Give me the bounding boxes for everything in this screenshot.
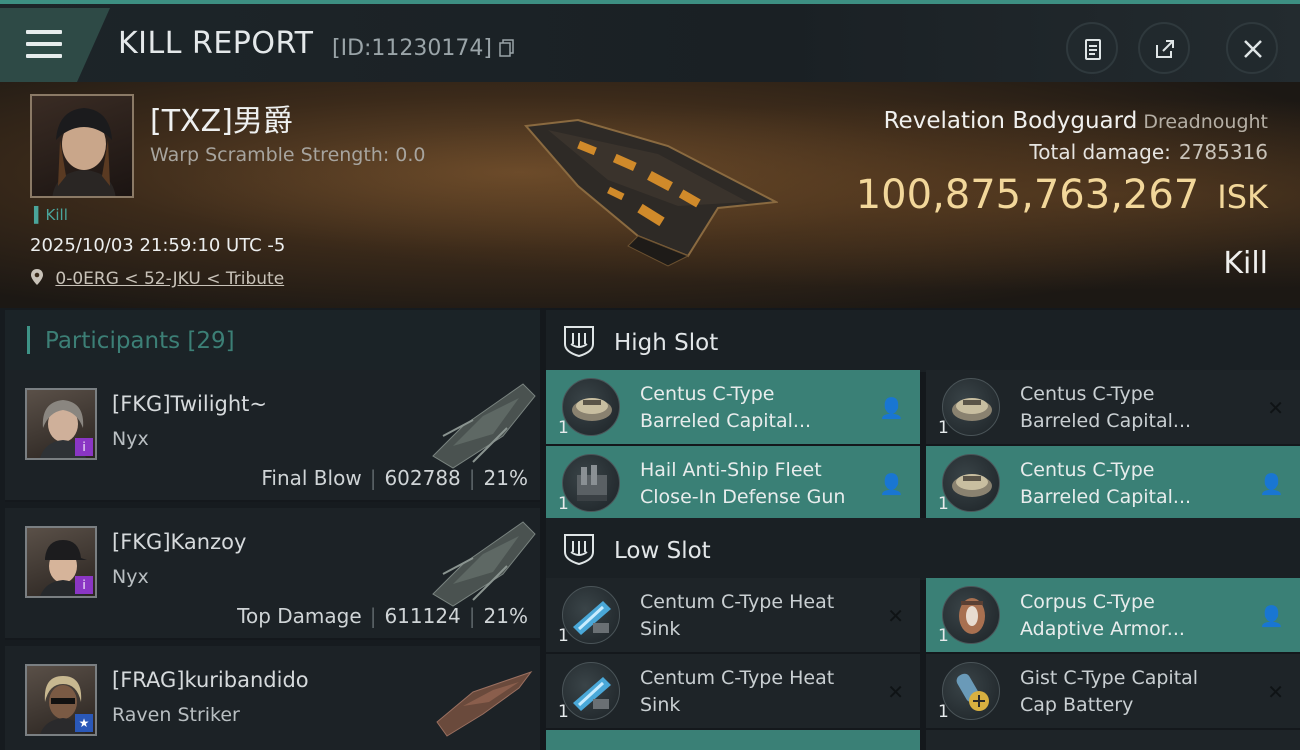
participant-avatar[interactable]: i (25, 388, 97, 460)
hamburger-icon (26, 30, 62, 58)
total-damage: Total damage: 2785316 (1029, 140, 1268, 164)
module-icon (562, 586, 620, 644)
participant-stats: Final Blow | 602788 | 21% (261, 466, 528, 490)
copy-icon[interactable] (499, 39, 515, 57)
participant-name: [FRAG]kuribandido (112, 668, 309, 692)
menu-button[interactable] (0, 8, 110, 82)
clipboard-button[interactable] (1066, 22, 1118, 74)
module-slot[interactable]: 1 Centus C-Type Barreled Capital... 👤 (926, 446, 1300, 520)
x-icon: ✕ (887, 680, 904, 704)
participant-avatar[interactable]: ★ (25, 664, 97, 736)
warp-scramble-strength: Warp Scramble Strength: 0.0 (150, 144, 426, 166)
person-icon: 👤 (879, 396, 904, 420)
module-slot[interactable]: 1 Gist C-Type Capital Cap Battery ✕ (926, 654, 1300, 728)
participant-ship: Nyx (112, 428, 149, 450)
participant-ship: Nyx (112, 566, 149, 588)
fitting-panel: High Slot 1 Centus C-Type Barreled Capita… (546, 308, 1300, 750)
module-icon (942, 378, 1000, 436)
victim-ship-image (518, 106, 780, 276)
kill-timestamp: 2025/10/03 21:59:10 UTC -5 (30, 235, 286, 256)
participant-stats: Top Damage | 611124 | 21% (237, 604, 528, 628)
module-name: Centus C-Type Barreled Capital... (1020, 459, 1192, 508)
module-icon (942, 586, 1000, 644)
low-slot-icon (564, 534, 594, 566)
module-name: Centum C-Type Heat Sink (640, 667, 835, 716)
module-slot-partial[interactable] (926, 730, 1300, 750)
module-icon (562, 378, 620, 436)
module-name: Gist C-Type Capital Cap Battery (1020, 667, 1199, 716)
kill-banner: [TXZ]男爵 Warp Scramble Strength: 0.0 ▍Kil… (0, 82, 1300, 308)
module-slot-partial[interactable] (546, 730, 920, 750)
close-button[interactable] (1226, 22, 1278, 74)
participant-row[interactable]: i [FKG]Kanzoy Nyx Top Damage | 611124 | 21% (5, 508, 540, 640)
module-name: Centus C-Type Barreled Capital... (640, 383, 812, 432)
participant-badge: i (75, 576, 93, 594)
participants-title: Participants [29] (45, 328, 235, 354)
module-name: Centum C-Type Heat Sink (640, 591, 835, 640)
participants-panel: Participants [29] i [FKG]Twilight~ Nyx F… (0, 308, 540, 750)
participant-badge: ★ (75, 714, 93, 732)
page-title: KILL REPORT (118, 26, 314, 61)
module-icon (942, 662, 1000, 720)
module-slot[interactable]: 1 Centum C-Type Heat Sink ✕ (546, 654, 920, 728)
module-slot[interactable]: 1 Hail Anti-Ship Fleet Close-In Defense G… (546, 446, 920, 520)
clipboard-icon (1085, 39, 1101, 60)
module-name: Hail Anti-Ship Fleet Close-In Defense Gun (640, 459, 846, 508)
participant-row[interactable]: ★ [FRAG]kuribandido Raven Striker (5, 646, 540, 750)
person-icon: 👤 (1259, 472, 1284, 496)
participants-header: Participants [29] (5, 310, 540, 370)
module-slot[interactable]: 1 Centus C-Type Barreled Capital... ✕ (926, 370, 1300, 444)
low-slot-header: Low Slot (546, 518, 1300, 580)
victim-ship-name[interactable]: Revelation Bodyguard Dreadnought (884, 108, 1268, 134)
participant-row[interactable]: i [FKG]Twilight~ Nyx Final Blow | 602788 | 2… (5, 370, 540, 502)
module-slot[interactable]: 1 Corpus C-Type Adaptive Armor... 👤 (926, 578, 1300, 652)
close-icon (1244, 40, 1262, 58)
kill-result-label: Kill (1223, 246, 1268, 281)
module-icon (562, 662, 620, 720)
report-id[interactable]: [ID:11230174] (332, 36, 515, 61)
module-icon (562, 454, 620, 512)
x-icon: ✕ (1267, 680, 1284, 704)
location-link[interactable]: 0-0ERG < 52-JKU < Tribute (55, 269, 284, 289)
header-bar: KILL REPORT [ID:11230174] (0, 0, 1300, 82)
isk-value: 100,875,763,267 ISK (855, 172, 1268, 218)
kill-tag: ▍Kill (34, 206, 68, 224)
participant-name: [FKG]Twilight~ (112, 392, 268, 416)
location-pin-icon (31, 269, 43, 285)
participant-ship-image (423, 652, 541, 746)
person-icon: 👤 (1259, 604, 1284, 628)
high-slot-icon (564, 326, 594, 358)
participant-ship-image (423, 376, 541, 470)
participant-badge: i (75, 438, 93, 456)
module-slot[interactable]: 1 Centum C-Type Heat Sink ✕ (546, 578, 920, 652)
share-button[interactable] (1138, 22, 1190, 74)
module-icon (942, 454, 1000, 512)
victim-name: [TXZ]男爵 (150, 104, 293, 139)
participant-avatar[interactable]: i (25, 526, 97, 598)
participant-name: [FKG]Kanzoy (112, 530, 247, 554)
module-name: Centus C-Type Barreled Capital... (1020, 383, 1192, 432)
module-name: Corpus C-Type Adaptive Armor... (1020, 591, 1185, 640)
x-icon: ✕ (887, 604, 904, 628)
share-icon (1156, 40, 1174, 58)
high-slot-header: High Slot (546, 310, 1300, 372)
kill-location[interactable]: 0-0ERG < 52-JKU < Tribute (30, 268, 284, 289)
victim-avatar[interactable] (30, 94, 134, 198)
participant-ship-image (423, 514, 541, 608)
module-slot[interactable]: 1 Centus C-Type Barreled Capital... 👤 (546, 370, 920, 444)
person-icon: 👤 (879, 472, 904, 496)
participant-ship: Raven Striker (112, 704, 240, 726)
x-icon: ✕ (1267, 396, 1284, 420)
